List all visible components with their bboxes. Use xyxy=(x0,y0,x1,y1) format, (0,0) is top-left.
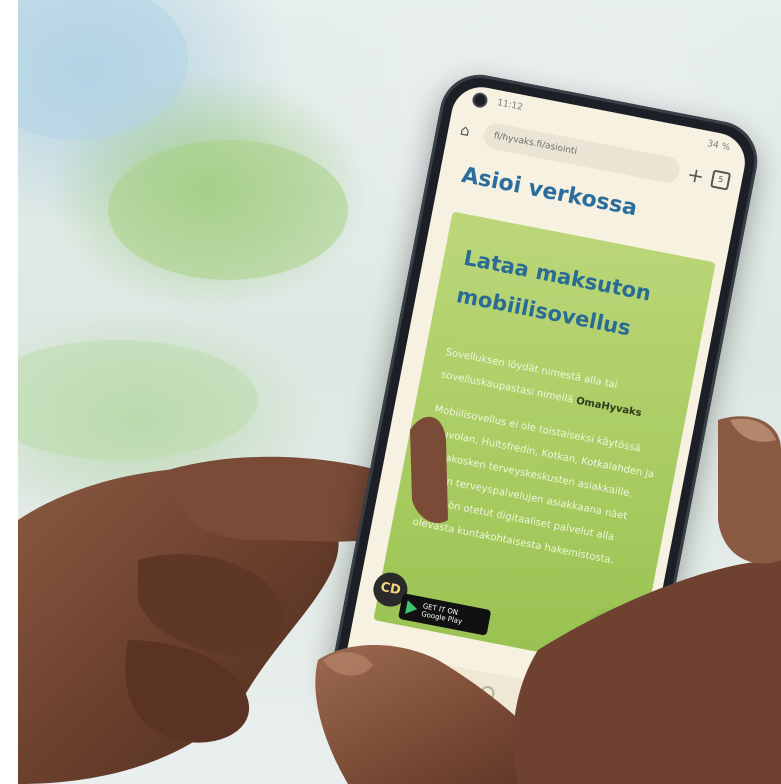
right-hand xyxy=(315,416,781,784)
background-scene: 11:12 34 % ⌂ fi/hyvaks.fi/asiointi + 5 A… xyxy=(18,0,781,784)
